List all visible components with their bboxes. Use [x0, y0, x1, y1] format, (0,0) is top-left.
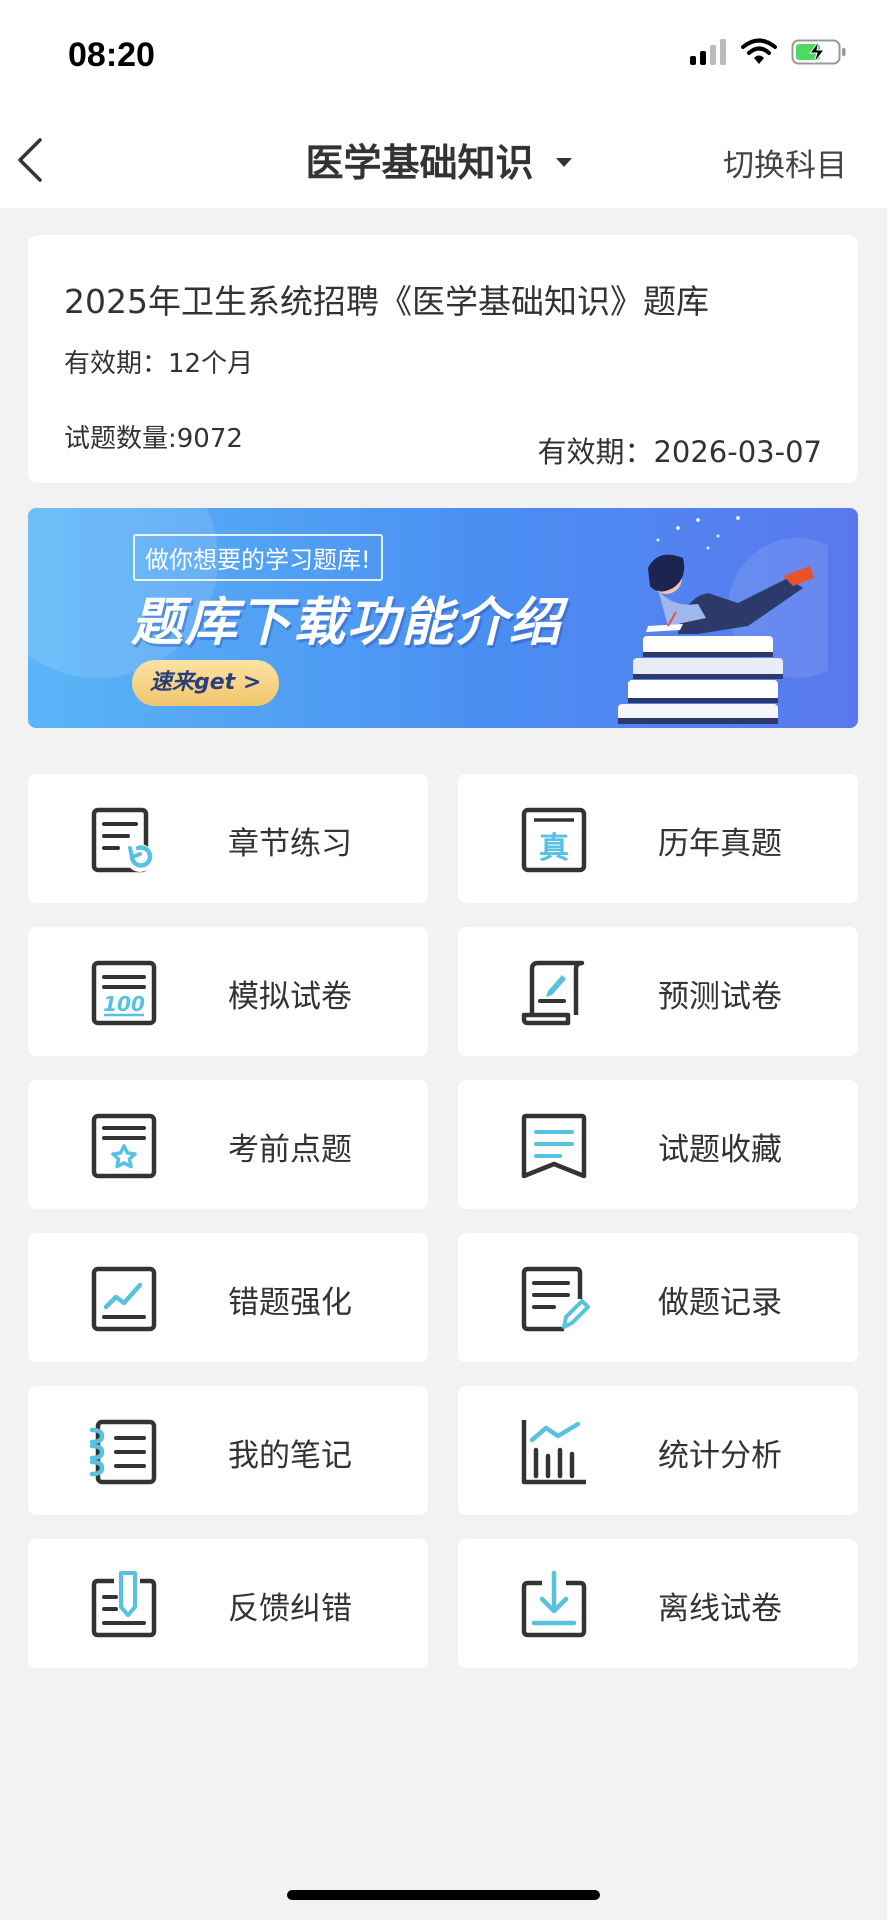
subject-selector[interactable]: 医学基础知识: [305, 132, 572, 187]
practice-record-icon: [521, 1266, 590, 1332]
offline-exam-icon: [521, 1570, 587, 1638]
menu-feedback[interactable]: 反馈纠错: [28, 1539, 428, 1668]
banner-title: 题库下载功能介绍: [131, 593, 564, 653]
menu-label: 我的笔记: [228, 1438, 352, 1474]
switch-subject-button[interactable]: 切换科目: [723, 140, 847, 185]
favorites-icon: [521, 1113, 587, 1179]
menu-label: 反馈纠错: [228, 1591, 352, 1627]
menu-mock-exam[interactable]: 100 模拟试卷: [28, 927, 428, 1056]
home-indicator[interactable]: [287, 1890, 600, 1900]
menu-offline-exam[interactable]: 离线试卷: [458, 1539, 858, 1668]
menu-label: 统计分析: [658, 1438, 782, 1474]
menu-label: 预测试卷: [658, 979, 782, 1015]
page-title: 医学基础知识: [305, 141, 534, 185]
menu-label: 做题记录: [658, 1285, 782, 1321]
menu-label: 考前点题: [228, 1132, 352, 1168]
question-bank-title: 2025年卫生系统招聘《医学基础知识》题库: [64, 282, 709, 321]
svg-text:真: 真: [539, 831, 569, 866]
menu-label: 历年真题: [658, 826, 782, 862]
statistics-icon: [521, 1420, 586, 1485]
back-button[interactable]: [10, 132, 60, 188]
chapter-practice-icon: [91, 807, 154, 873]
prediction-exam-icon: [521, 960, 585, 1026]
svg-text:100: 100: [103, 992, 145, 1016]
caret-down-icon: [555, 158, 572, 167]
notes-icon: [89, 1419, 157, 1485]
nav-bar: 医学基础知识 切换科目: [0, 112, 887, 208]
wrong-questions-icon: [91, 1266, 157, 1332]
banner-subtitle: 做你想要的学习题库!: [133, 534, 383, 581]
menu-notes[interactable]: 我的笔记: [28, 1386, 428, 1515]
question-bank-card: 2025年卫生系统招聘《医学基础知识》题库 有效期：12个月 试题数量:9072…: [28, 235, 858, 483]
menu-label: 离线试卷: [658, 1591, 782, 1627]
menu-wrong-questions[interactable]: 错题强化: [28, 1233, 428, 1362]
menu-prediction-exam[interactable]: 预测试卷: [458, 927, 858, 1056]
status-icons: [689, 38, 847, 66]
menu-label: 错题强化: [228, 1285, 352, 1321]
feedback-icon: [91, 1571, 157, 1638]
download-feature-banner[interactable]: 做你想要的学习题库! 题库下载功能介绍 速来get >: [28, 508, 858, 728]
menu-label: 试题收藏: [658, 1132, 782, 1168]
menu-statistics[interactable]: 统计分析: [458, 1386, 858, 1515]
menu-chapter-practice[interactable]: 章节练习: [28, 774, 428, 903]
mock-exam-icon: 100: [91, 960, 157, 1026]
cellular-signal-icon: [690, 39, 726, 65]
banner-get-button[interactable]: 速来get >: [132, 660, 280, 706]
question-count: 试题数量:9072: [64, 424, 243, 454]
wifi-icon: [741, 38, 777, 64]
status-bar: 08:20: [0, 0, 887, 112]
pre-exam-tips-icon: [91, 1113, 157, 1179]
status-time: 08:20: [68, 36, 155, 74]
past-papers-icon: 真: [521, 807, 587, 873]
menu-label: 模拟试卷: [228, 979, 352, 1015]
chevron-left-icon: [18, 138, 42, 182]
menu-pre-exam-tips[interactable]: 考前点题: [28, 1080, 428, 1209]
menu-past-papers[interactable]: 真 历年真题: [458, 774, 858, 903]
menu-favorites[interactable]: 试题收藏: [458, 1080, 858, 1209]
function-grid: 章节练习 真 历年真题 100 模拟试卷 预测试卷 考前点题 试题收藏 错题强化…: [28, 774, 858, 1668]
battery-charging-icon: [791, 39, 846, 65]
reading-girl-illustration: [618, 516, 828, 724]
menu-label: 章节练习: [228, 826, 352, 862]
expire-date: 有效期：2026-03-07: [537, 435, 822, 469]
validity-period: 有效期：12个月: [64, 349, 254, 379]
menu-practice-record[interactable]: 做题记录: [458, 1233, 858, 1362]
